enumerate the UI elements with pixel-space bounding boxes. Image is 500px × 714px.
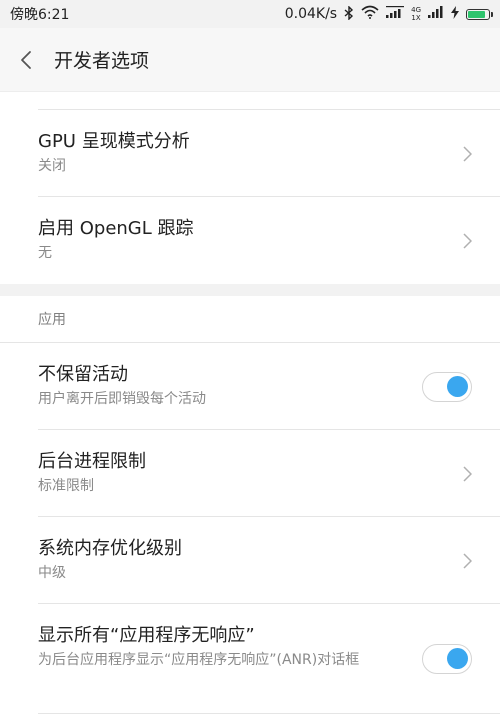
setting-row-opengl-trace[interactable]: 启用 OpenGL 跟踪 无 [0, 197, 500, 284]
status-time: 傍晚6:21 [10, 7, 70, 23]
chevron-left-icon [21, 50, 31, 69]
wifi-icon [361, 5, 379, 23]
signal-strength-icon-2 [428, 6, 444, 22]
setting-title: GPU 呈现模式分析 [38, 131, 190, 152]
setting-value: 标准限制 [38, 478, 94, 494]
list-top-fragment [0, 92, 500, 110]
toggle-knob [447, 375, 468, 397]
section-separator [0, 284, 500, 296]
setting-value: 关闭 [38, 158, 66, 174]
status-bar: 傍晚6:21 0.04K/s 4G 1X [0, 0, 500, 28]
setting-title: 不保留活动 [38, 364, 128, 385]
section-header-apps: 应用 [0, 296, 500, 342]
back-button[interactable] [0, 28, 52, 92]
settings-list: GPU 呈现模式分析 关闭 启用 OpenGL 跟踪 无 应用 不保留活动 用户… [0, 92, 500, 714]
setting-row-background-process-limit[interactable]: 后台进程限制 标准限制 [0, 430, 500, 517]
setting-value: 无 [38, 245, 52, 261]
setting-value: 中级 [38, 565, 66, 581]
chevron-right-icon [463, 465, 472, 482]
show-all-anrs-toggle[interactable] [422, 644, 472, 674]
battery-fill [468, 10, 485, 18]
bluetooth-icon [344, 4, 354, 23]
chevron-right-icon [463, 145, 472, 162]
network-speed: 0.04K/s [284, 6, 338, 22]
chevron-right-icon [463, 232, 472, 249]
app-header: 开发者选项 [0, 28, 500, 92]
setting-title: 系统内存优化级别 [38, 538, 182, 559]
setting-title: 后台进程限制 [38, 451, 146, 472]
section-label: 应用 [38, 312, 66, 328]
status-icons: 0.04K/s 4G 1X [284, 4, 493, 23]
chevron-right-icon [463, 552, 472, 569]
setting-row-dont-keep-activities[interactable]: 不保留活动 用户离开后即销毁每个活动 [0, 342, 500, 430]
setting-title: 启用 OpenGL 跟踪 [38, 218, 194, 239]
toggle-knob [447, 648, 468, 669]
setting-description: 用户离开后即销毁每个活动 [38, 391, 206, 407]
setting-row-gpu-profiling[interactable]: GPU 呈现模式分析 关闭 [0, 110, 500, 197]
setting-description: 为后台应用程序显示“应用程序无响应”(ANR)对话框 [38, 652, 360, 668]
network-type-bottom: 1X [411, 14, 421, 22]
battery-icon [466, 8, 493, 20]
network-type-icon: 4G 1X [411, 6, 421, 22]
signal-strength-icon [386, 6, 405, 22]
setting-row-memory-optimization[interactable]: 系统内存优化级别 中级 [0, 517, 500, 604]
page-title: 开发者选项 [54, 50, 150, 72]
network-type-top: 4G [411, 6, 421, 14]
charging-icon [451, 5, 459, 23]
setting-title: 显示所有“应用程序无响应” [38, 625, 255, 646]
dont-keep-activities-toggle[interactable] [422, 371, 472, 402]
setting-row-show-all-anrs[interactable]: 显示所有“应用程序无响应” 为后台应用程序显示“应用程序无响应”(ANR)对话框 [0, 604, 500, 714]
